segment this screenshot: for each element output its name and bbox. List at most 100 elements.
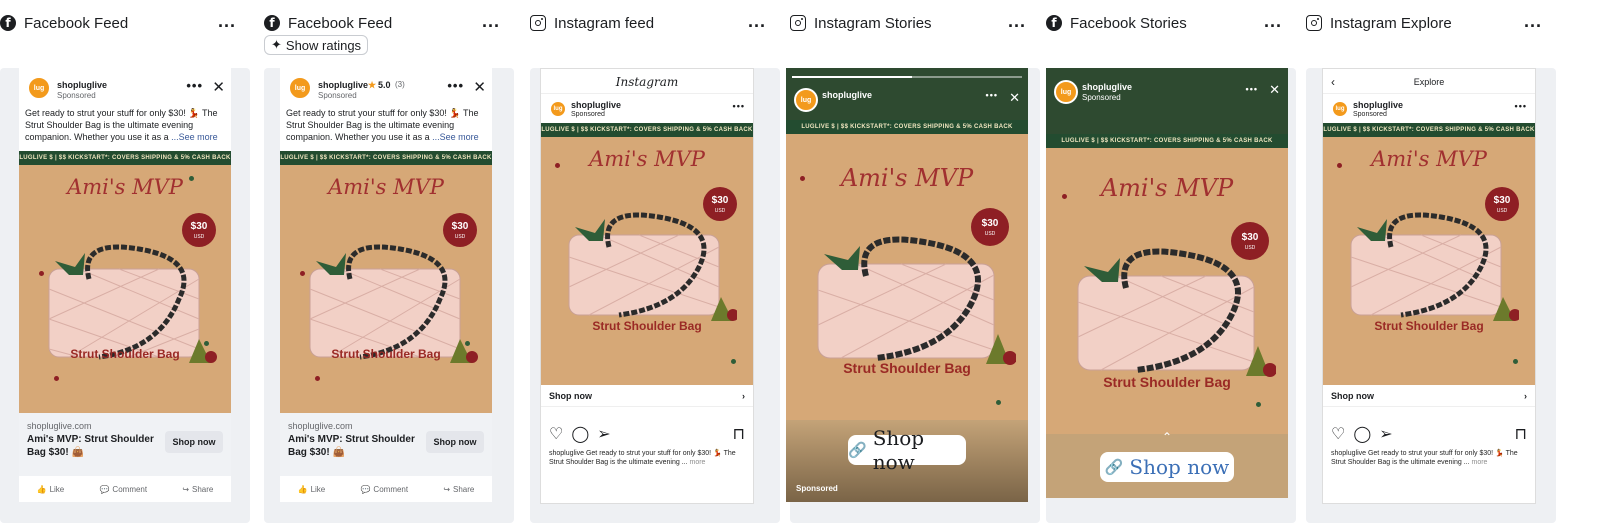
decor-dot: [189, 176, 194, 181]
placement-instagram-stories: Instagram Stories ... lug shopluglive ••…: [786, 0, 1040, 523]
star-icon: ★: [368, 80, 377, 90]
link-footer: shopluglive.com Ami's MVP: Strut Shoulde…: [280, 413, 492, 502]
decor-dot: [204, 341, 209, 346]
instagram-icon: [790, 15, 806, 31]
close-icon[interactable]: ✕: [473, 78, 486, 96]
product-title: Strut Shoulder Bag: [1374, 319, 1484, 333]
post-options-icon[interactable]: •••: [447, 78, 464, 93]
post-options-icon[interactable]: •••: [186, 78, 203, 93]
link-footer: shopluglive.com Ami's MVP: Strut Shoulde…: [19, 413, 231, 502]
engagement-icons: ♡ ◯ ➢ ⊓: [549, 424, 745, 444]
engagement-icons: ♡ ◯ ➢ ⊓: [1331, 424, 1527, 444]
sponsored-label: Sponsored: [318, 91, 357, 100]
story-options-icon[interactable]: •••: [986, 90, 998, 100]
column-header: Instagram feed ...: [530, 12, 778, 34]
creative-headline: Ami's MVP: [328, 175, 444, 199]
story-preview: lug shopluglive ••• ✕ LUGLIVE $ | $$ KIC…: [786, 68, 1028, 502]
column-title: Instagram feed: [554, 14, 655, 32]
creative-headline: Ami's MVP: [1100, 174, 1234, 202]
post-options-icon[interactable]: •••: [1515, 101, 1527, 111]
column-header: Instagram Stories ...: [790, 12, 1038, 34]
creative-headline: Ami's MVP: [589, 147, 705, 171]
heart-icon[interactable]: ♡: [1331, 424, 1345, 444]
decor-dot: [1062, 194, 1067, 199]
column-title: Facebook Feed: [288, 14, 393, 32]
facebook-icon: f: [0, 15, 16, 31]
link-icon: 🔗: [848, 441, 867, 459]
decor-dot: [300, 271, 305, 276]
ad-creative-image: LUGLIVE $ | $$ KICKSTART*: COVERS SHIPPI…: [19, 151, 231, 413]
brand-name: shopluglive: [318, 80, 369, 90]
more-options-button[interactable]: ...: [1008, 12, 1026, 30]
close-icon[interactable]: ✕: [1009, 90, 1020, 106]
shop-now-bar[interactable]: Shop now ›: [541, 385, 753, 407]
comment-icon[interactable]: ◯: [571, 424, 589, 444]
shop-now-button[interactable]: 🔗 Shop now: [1100, 452, 1234, 482]
close-icon[interactable]: ✕: [1269, 82, 1280, 98]
see-more-link[interactable]: ...See more: [432, 132, 479, 142]
comment-button[interactable]: 💬 Comment: [99, 485, 147, 494]
ad-creative-image: LUGLIVE $ | $$ KICKSTART*: COVERS SHIPPI…: [1323, 123, 1535, 385]
bookmark-icon[interactable]: ⊓: [733, 424, 745, 444]
more-options-button[interactable]: ...: [482, 12, 500, 30]
share-button[interactable]: ↪ Share: [443, 485, 474, 494]
product-title: Strut Shoulder Bag: [592, 319, 702, 333]
like-button[interactable]: 👍 Like: [37, 485, 65, 494]
show-ratings-button[interactable]: ✦ Show ratings: [264, 35, 369, 55]
ad-caption: shopluglive Get ready to strut your stuf…: [549, 450, 736, 466]
heart-icon[interactable]: ♡: [549, 424, 563, 444]
share-button[interactable]: ↪ Share: [182, 485, 213, 494]
link-title: Ami's MVP: Strut Shoulder Bag $30! 👜: [288, 434, 415, 458]
shop-now-button[interactable]: Shop now: [165, 431, 223, 453]
decor-dot: [1337, 163, 1342, 168]
product-title: Strut Shoulder Bag: [1103, 374, 1231, 390]
ad-creative-image: LUGLIVE $ | $$ KICKSTART*: COVERS SHIPPI…: [786, 120, 1028, 420]
comment-icon: 💬: [360, 484, 371, 494]
ad-creative-image: LUGLIVE $ | $$ KICKSTART*: COVERS SHIPPI…: [541, 123, 753, 385]
shop-now-button[interactable]: 🔗 Shop now: [848, 426, 966, 474]
ad-creative-image: LUGLIVE $ | $$ KICKSTART*: COVERS SHIPPI…: [1046, 134, 1288, 434]
see-more-link[interactable]: ...See more: [171, 132, 218, 142]
ad-caption: Get ready to strut your stuff for only $…: [25, 108, 218, 142]
brand-avatar: lug: [1331, 100, 1349, 118]
more-link[interactable]: more: [1471, 459, 1487, 466]
divider: [541, 93, 753, 94]
brand-avatar: lug: [1054, 80, 1078, 104]
more-link[interactable]: more: [689, 459, 705, 466]
like-button[interactable]: 👍 Like: [298, 485, 326, 494]
bag-image: [1350, 212, 1519, 321]
comment-icon: 💬: [99, 484, 110, 494]
decor-dot: [555, 163, 560, 168]
more-options-button[interactable]: ...: [1524, 12, 1542, 30]
comment-icon[interactable]: ◯: [1353, 424, 1371, 444]
bag-image: [817, 236, 1016, 365]
promo-banner: LUGLIVE $ | $$ KICKSTART*: COVERS SHIPPI…: [541, 123, 753, 137]
shop-now-bar[interactable]: Shop now ›: [1323, 385, 1535, 407]
placement-facebook-feed-2: f Facebook Feed ... ✦ Show ratings lug sh…: [264, 0, 514, 523]
more-options-button[interactable]: ...: [218, 12, 236, 30]
share-icon: ↪: [182, 484, 190, 494]
reaction-bar: 👍 Like 💬 Comment ↪ Share: [280, 476, 492, 502]
brand-avatar: lug: [288, 76, 312, 100]
sponsored-label: Sponsored: [1353, 111, 1387, 118]
product-title: Strut Shoulder Bag: [70, 347, 180, 361]
post-options-icon[interactable]: •••: [733, 101, 745, 111]
more-options-button[interactable]: ...: [1264, 12, 1282, 30]
instagram-icon: [1306, 15, 1322, 31]
ad-preview: lug shopluglive Sponsored ••• ✕ Get read…: [19, 68, 231, 502]
send-icon[interactable]: ➢: [1379, 424, 1392, 444]
bookmark-icon[interactable]: ⊓: [1515, 424, 1527, 444]
close-icon[interactable]: ✕: [212, 78, 225, 96]
shop-now-button[interactable]: Shop now: [426, 431, 484, 453]
bag-image: [568, 212, 737, 321]
more-options-button[interactable]: ...: [748, 12, 766, 30]
thumbs-up-icon: 👍: [36, 484, 47, 494]
comment-button[interactable]: 💬 Comment: [360, 485, 408, 494]
promo-banner: LUGLIVE $ | $$ KICKSTART*: COVERS SHIPPI…: [786, 120, 1028, 134]
decor-dot: [54, 376, 59, 381]
story-options-icon[interactable]: •••: [1246, 84, 1258, 94]
sponsored-label: Sponsored: [571, 111, 605, 118]
promo-banner: LUGLIVE $ | $$ KICKSTART*: COVERS SHIPPI…: [1323, 123, 1535, 137]
send-icon[interactable]: ➢: [597, 424, 610, 444]
column-title: Instagram Explore: [1330, 14, 1452, 32]
